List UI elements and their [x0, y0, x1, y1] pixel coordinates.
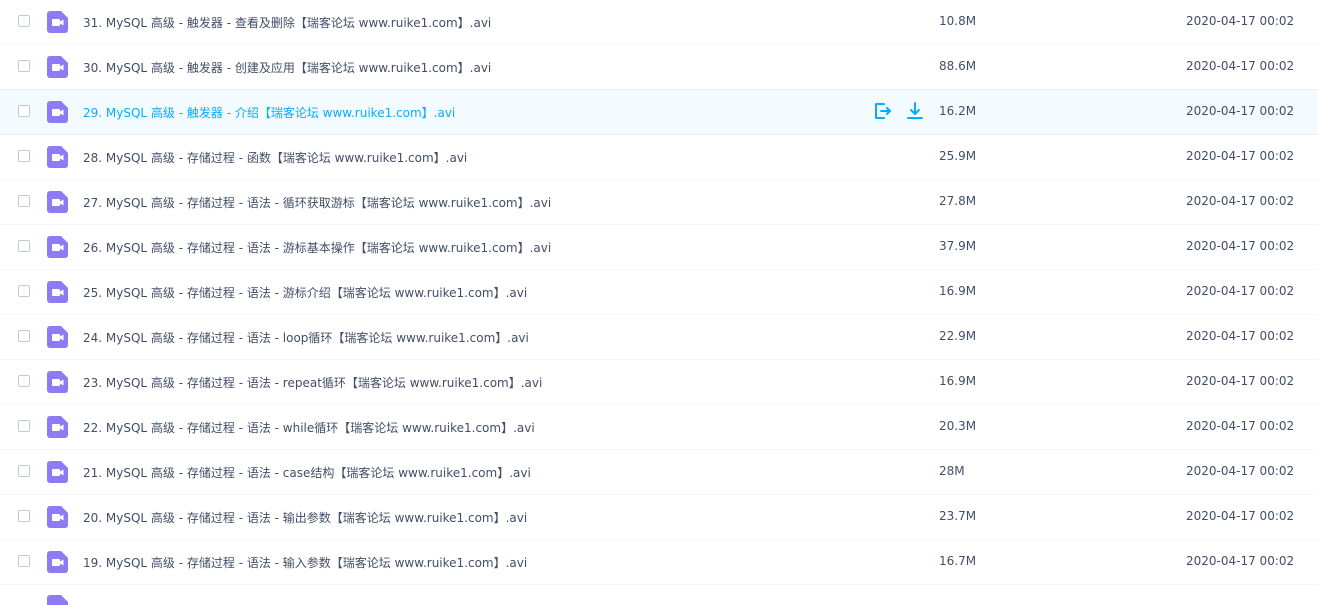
row-checkbox[interactable] [18, 15, 30, 27]
row-checkbox[interactable] [18, 510, 30, 522]
file-date: 2020-04-17 00:02 [1186, 194, 1295, 208]
video-file-icon [47, 281, 68, 303]
video-file-icon [47, 371, 68, 393]
file-row[interactable]: 21. MySQL 高级 - 存储过程 - 语法 - case结构【瑞客论坛 w… [0, 450, 1318, 495]
video-file-icon [47, 11, 68, 33]
file-row-partial[interactable] [0, 585, 1318, 605]
file-name[interactable]: 29. MySQL 高级 - 触发器 - 介绍【瑞客论坛 www.ruike1.… [83, 104, 455, 121]
file-row[interactable]: 25. MySQL 高级 - 存储过程 - 语法 - 游标介绍【瑞客论坛 www… [0, 270, 1318, 315]
file-date: 2020-04-17 00:02 [1186, 149, 1295, 163]
file-date: 2020-04-17 00:02 [1186, 329, 1295, 343]
row-checkbox[interactable] [18, 195, 30, 207]
file-date: 2020-04-17 00:02 [1186, 509, 1295, 523]
video-file-icon [47, 56, 68, 78]
file-size: 16.9M [939, 284, 977, 298]
file-date: 2020-04-17 00:02 [1186, 419, 1295, 433]
file-name[interactable]: 23. MySQL 高级 - 存储过程 - 语法 - repeat循环【瑞客论坛… [83, 374, 542, 391]
file-size: 16.7M [939, 554, 977, 568]
video-file-icon [47, 236, 68, 258]
file-name[interactable]: 20. MySQL 高级 - 存储过程 - 语法 - 输出参数【瑞客论坛 www… [83, 509, 527, 526]
row-checkbox[interactable] [18, 420, 30, 432]
file-date: 2020-04-17 00:02 [1186, 464, 1295, 478]
file-size: 28M [939, 464, 965, 478]
row-checkbox[interactable] [18, 285, 30, 297]
file-row[interactable]: 23. MySQL 高级 - 存储过程 - 语法 - repeat循环【瑞客论坛… [0, 360, 1318, 405]
row-checkbox[interactable] [18, 240, 30, 252]
file-name[interactable]: 30. MySQL 高级 - 触发器 - 创建及应用【瑞客论坛 www.ruik… [83, 59, 491, 76]
file-name[interactable]: 21. MySQL 高级 - 存储过程 - 语法 - case结构【瑞客论坛 w… [83, 464, 531, 481]
row-checkbox[interactable] [18, 555, 30, 567]
file-name[interactable]: 28. MySQL 高级 - 存储过程 - 函数【瑞客论坛 www.ruike1… [83, 149, 467, 166]
file-size: 20.3M [939, 419, 977, 433]
file-size: 88.6M [939, 59, 977, 73]
video-file-icon [47, 506, 68, 528]
row-checkbox[interactable] [18, 105, 30, 117]
row-checkbox[interactable] [18, 60, 30, 72]
video-file-icon [47, 146, 68, 168]
file-name[interactable]: 26. MySQL 高级 - 存储过程 - 语法 - 游标基本操作【瑞客论坛 w… [83, 239, 551, 256]
file-row[interactable]: 27. MySQL 高级 - 存储过程 - 语法 - 循环获取游标【瑞客论坛 w… [0, 180, 1318, 225]
file-row[interactable]: 26. MySQL 高级 - 存储过程 - 语法 - 游标基本操作【瑞客论坛 w… [0, 225, 1318, 270]
file-size: 16.2M [939, 104, 977, 118]
video-file-icon [47, 191, 68, 213]
file-name[interactable]: 25. MySQL 高级 - 存储过程 - 语法 - 游标介绍【瑞客论坛 www… [83, 284, 527, 301]
share-icon[interactable] [872, 101, 892, 121]
file-row[interactable]: 29. MySQL 高级 - 触发器 - 介绍【瑞客论坛 www.ruike1.… [0, 89, 1318, 135]
file-list: 31. MySQL 高级 - 触发器 - 查看及删除【瑞客论坛 www.ruik… [0, 0, 1318, 605]
file-date: 2020-04-17 00:02 [1186, 104, 1295, 118]
video-file-icon [47, 461, 68, 483]
file-size: 27.8M [939, 194, 977, 208]
download-icon[interactable] [905, 101, 925, 121]
file-row[interactable]: 28. MySQL 高级 - 存储过程 - 函数【瑞客论坛 www.ruike1… [0, 135, 1318, 180]
file-row[interactable]: 20. MySQL 高级 - 存储过程 - 语法 - 输出参数【瑞客论坛 www… [0, 495, 1318, 540]
file-row[interactable]: 30. MySQL 高级 - 触发器 - 创建及应用【瑞客论坛 www.ruik… [0, 45, 1318, 90]
video-file-icon [47, 551, 68, 573]
file-date: 2020-04-17 00:02 [1186, 374, 1295, 388]
file-size: 25.9M [939, 149, 977, 163]
row-checkbox[interactable] [18, 330, 30, 342]
file-row[interactable]: 24. MySQL 高级 - 存储过程 - 语法 - loop循环【瑞客论坛 w… [0, 315, 1318, 360]
file-row[interactable]: 31. MySQL 高级 - 触发器 - 查看及删除【瑞客论坛 www.ruik… [0, 0, 1318, 45]
file-date: 2020-04-17 00:02 [1186, 239, 1295, 253]
video-file-icon [47, 326, 68, 348]
file-row[interactable]: 22. MySQL 高级 - 存储过程 - 语法 - while循环【瑞客论坛 … [0, 405, 1318, 450]
file-size: 22.9M [939, 329, 977, 343]
file-name[interactable]: 19. MySQL 高级 - 存储过程 - 语法 - 输入参数【瑞客论坛 www… [83, 554, 527, 571]
file-date: 2020-04-17 00:02 [1186, 59, 1295, 73]
file-size: 37.9M [939, 239, 977, 253]
file-name[interactable]: 27. MySQL 高级 - 存储过程 - 语法 - 循环获取游标【瑞客论坛 w… [83, 194, 551, 211]
file-name[interactable]: 31. MySQL 高级 - 触发器 - 查看及删除【瑞客论坛 www.ruik… [83, 14, 491, 31]
row-checkbox[interactable] [18, 465, 30, 477]
file-name[interactable]: 24. MySQL 高级 - 存储过程 - 语法 - loop循环【瑞客论坛 w… [83, 329, 529, 346]
file-row[interactable]: 19. MySQL 高级 - 存储过程 - 语法 - 输入参数【瑞客论坛 www… [0, 540, 1318, 585]
file-name[interactable]: 22. MySQL 高级 - 存储过程 - 语法 - while循环【瑞客论坛 … [83, 419, 535, 436]
row-checkbox[interactable] [18, 150, 30, 162]
file-size: 16.9M [939, 374, 977, 388]
file-size: 10.8M [939, 14, 977, 28]
file-date: 2020-04-17 00:02 [1186, 554, 1295, 568]
file-date: 2020-04-17 00:02 [1186, 14, 1295, 28]
video-file-icon [47, 101, 68, 123]
video-file-icon [47, 416, 68, 438]
file-size: 23.7M [939, 509, 977, 523]
row-checkbox[interactable] [18, 375, 30, 387]
file-date: 2020-04-17 00:02 [1186, 284, 1295, 298]
